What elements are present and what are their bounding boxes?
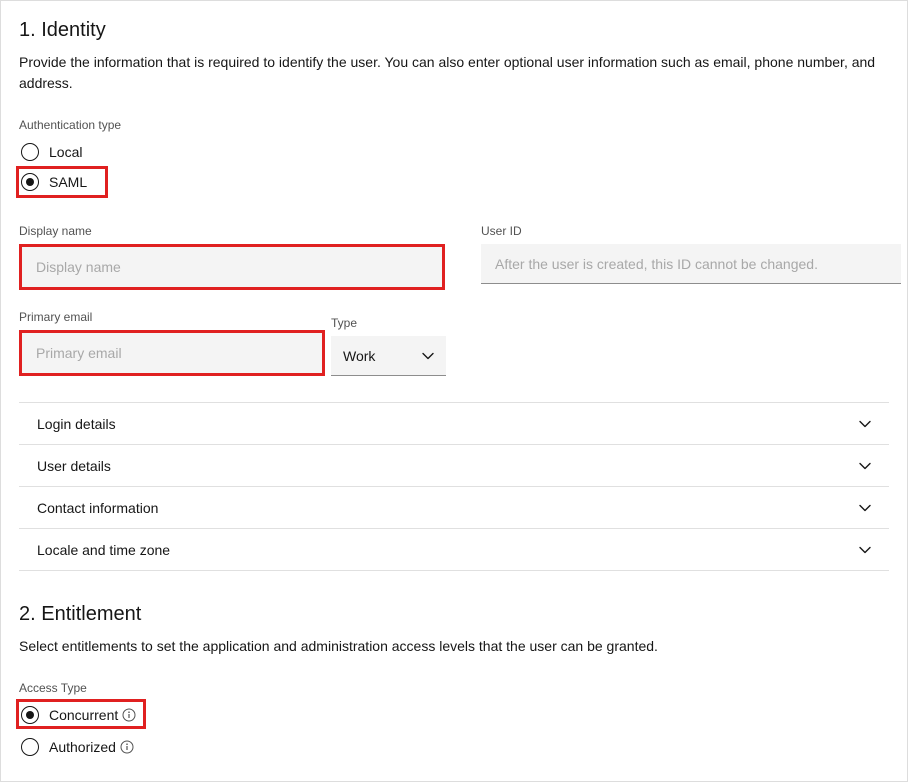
display-name-field: Display name [19,224,445,290]
radio-icon [21,173,39,191]
display-name-input[interactable] [22,247,442,287]
chevron-down-icon [859,504,871,512]
highlight-box [19,244,445,290]
identity-section-description: Provide the information that is required… [19,52,889,94]
primary-email-field: Primary email [19,310,325,376]
radio-icon [21,706,39,724]
identity-panel: 1. Identity Provide the information that… [0,0,908,782]
radio-label: SAML [49,174,87,190]
email-type-field: Type Work [331,316,446,376]
auth-type-option-local[interactable]: Local [19,140,889,164]
accordion-title: Login details [37,416,116,432]
access-type-option-concurrent[interactable]: Concurrent [19,703,889,727]
auth-type-label: Authentication type [19,118,889,132]
email-type-label: Type [331,316,446,330]
radio-icon [21,143,39,161]
accordion-title: Contact information [37,500,158,516]
accordion-item-user-details[interactable]: User details [19,445,889,487]
user-id-label: User ID [481,224,901,238]
entitlement-section-title: 2. Entitlement [19,603,889,626]
identity-accordion: Login details User details Contact infor… [19,402,889,571]
chevron-down-icon [859,462,871,470]
auth-type-radio-group: Local SAML [19,140,889,194]
info-icon[interactable] [120,740,134,754]
accordion-title: User details [37,458,111,474]
info-icon[interactable] [122,708,136,722]
user-id-input[interactable] [481,244,901,284]
access-type-label: Access Type [19,681,889,695]
email-type-select[interactable]: Work [331,336,446,376]
chevron-down-icon [859,546,871,554]
identity-section-title: 1. Identity [19,19,889,42]
display-name-label: Display name [19,224,445,238]
email-type-value: Work [343,348,375,364]
radio-label: Concurrent [49,707,118,723]
accordion-item-login-details[interactable]: Login details [19,403,889,445]
accordion-item-locale-timezone[interactable]: Locale and time zone [19,529,889,571]
accordion-item-contact-information[interactable]: Contact information [19,487,889,529]
access-type-radio-group: Concurrent Authorized [19,703,889,759]
chevron-down-icon [422,352,434,360]
primary-email-label: Primary email [19,310,325,324]
radio-label: Authorized [49,739,116,755]
auth-type-option-saml[interactable]: SAML [19,170,889,194]
user-id-field: User ID [481,224,901,290]
radio-icon [21,738,39,756]
highlight-box [19,330,325,376]
accordion-title: Locale and time zone [37,542,170,558]
access-type-option-authorized[interactable]: Authorized [19,735,889,759]
chevron-down-icon [859,420,871,428]
entitlement-section-description: Select entitlements to set the applicati… [19,636,889,657]
primary-email-input[interactable] [22,333,322,373]
radio-label: Local [49,144,82,160]
